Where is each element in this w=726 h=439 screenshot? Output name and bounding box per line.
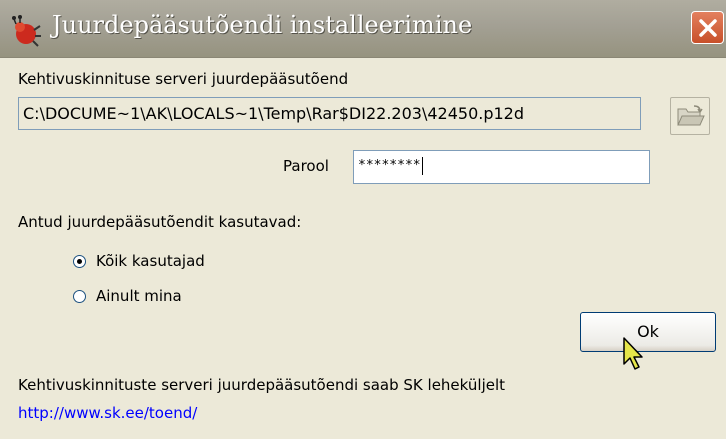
title-bar[interactable]: Juurdepääsutõendi installeerimine: [0, 0, 726, 58]
cert-path-field[interactable]: C:\DOCUME~1\AK\LOCALS~1\Temp\Rar$DI22.20…: [18, 97, 641, 130]
radio-label-only-me: Ainult mina: [96, 287, 182, 305]
users-label: Antud juurdepääsutõendit kasutavad:: [18, 213, 302, 231]
password-field[interactable]: ********: [353, 150, 650, 184]
close-button[interactable]: [691, 11, 724, 44]
mouse-cursor-icon: [622, 336, 646, 378]
bug-icon: [8, 14, 44, 48]
password-label: Parool: [283, 157, 329, 175]
dialog-window: Juurdepääsutõendi installeerimine Kehtiv…: [0, 0, 726, 439]
radio-button-selected[interactable]: [73, 254, 86, 268]
browse-button[interactable]: [670, 97, 710, 135]
info-text: Kehtivuskinnituste serveri juurdepääsutõ…: [18, 376, 506, 394]
cert-label: Kehtivuskinnituse serveri juurdepääsutõe…: [18, 70, 349, 88]
text-caret: [421, 156, 423, 175]
password-value: ********: [358, 158, 421, 173]
radio-label-all-users: Kõik kasutajad: [96, 252, 205, 270]
ok-button[interactable]: Ok: [580, 312, 716, 352]
window-title: Juurdepääsutõendi installeerimine: [52, 11, 473, 39]
radio-only-me[interactable]: Ainult mina: [73, 287, 182, 305]
radio-button-unselected[interactable]: [73, 289, 86, 303]
radio-all-users[interactable]: Kõik kasutajad: [73, 252, 205, 270]
sk-link[interactable]: http://www.sk.ee/toend/: [18, 404, 197, 422]
